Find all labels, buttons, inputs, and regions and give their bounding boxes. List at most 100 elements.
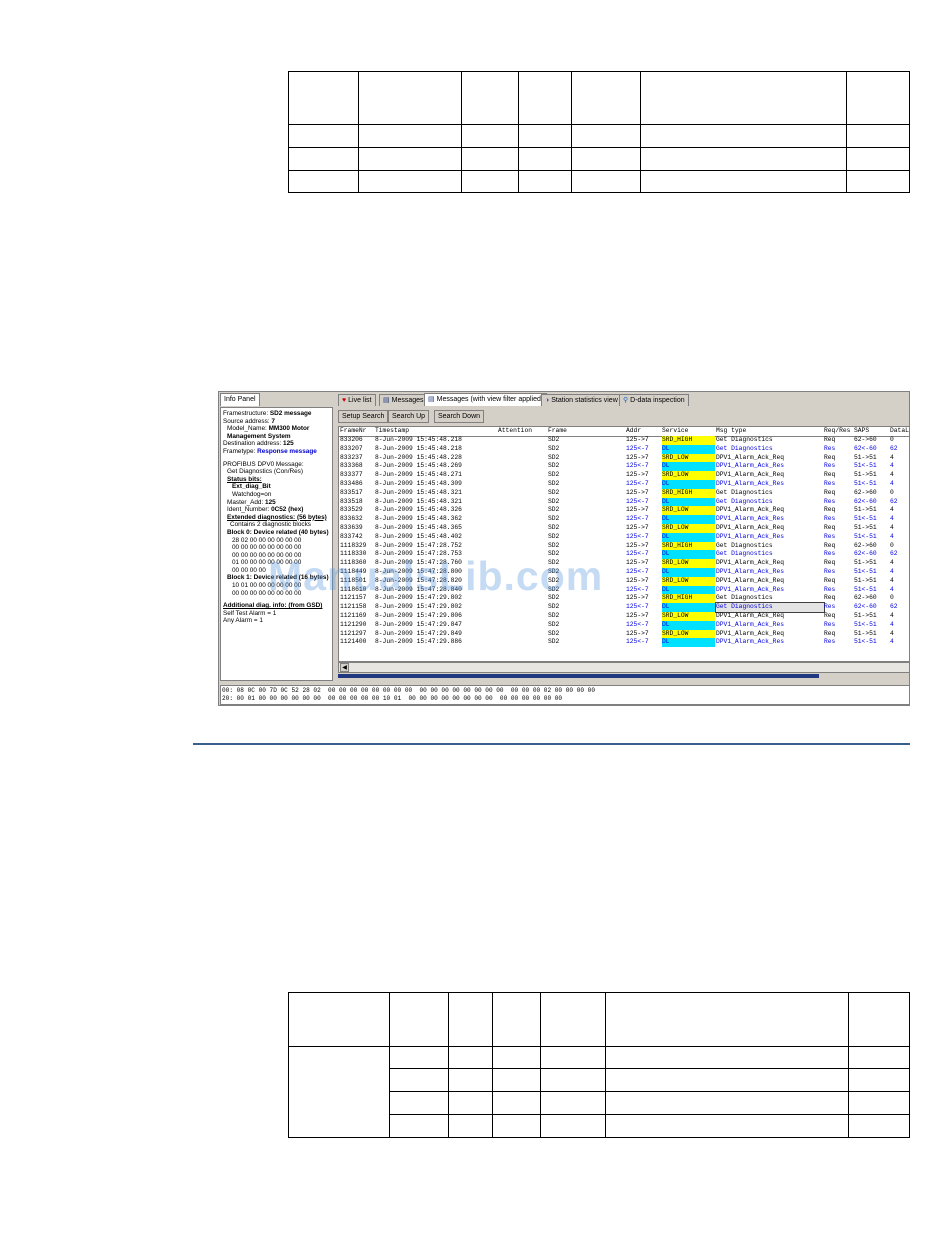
table-row[interactable]: 833486 8-Jun-2009 15:45:48.309 SD2 125<-7 DL… bbox=[339, 480, 909, 489]
cell-addr: 125->7 bbox=[626, 612, 649, 619]
tab-label: Messages bbox=[391, 397, 424, 404]
cell-datalen: 4 bbox=[890, 453, 894, 461]
cell-timestamp: 8-Jun-2009 15:45:48.321 bbox=[375, 497, 462, 505]
table-row[interactable]: 833518 8-Jun-2009 15:45:48.321 SD2 125<-7 DL… bbox=[339, 497, 909, 507]
search-down-button[interactable]: Search Down bbox=[434, 410, 485, 423]
column-header-saps: SAPS bbox=[854, 427, 870, 434]
cell-datalen: 4 bbox=[890, 532, 894, 540]
cell-service: SRD_LOW bbox=[662, 559, 715, 568]
cell-service: DL bbox=[662, 444, 715, 454]
model-name-label: Model_Name: bbox=[227, 425, 267, 433]
horizontal-scrollbar[interactable]: ◀ bbox=[338, 662, 909, 673]
cell-msg-type: DPV1_Alarm_Ack_Res bbox=[716, 620, 785, 628]
tab-messages-filtered[interactable]: ▤ Messages (with view filter applied) bbox=[424, 393, 548, 406]
cell-saps: 51->51 bbox=[854, 629, 877, 637]
cell-msg-type: DPV1_Alarm_Ack_Res bbox=[716, 532, 785, 540]
column-header-req-res: Req/Res bbox=[824, 427, 851, 434]
cell-attention bbox=[498, 445, 548, 454]
table-row bbox=[288, 1046, 910, 1138]
cell-framenr: 833237 bbox=[340, 453, 363, 461]
cell-saps: 51->51 bbox=[854, 453, 877, 461]
cell-frame: SD2 bbox=[548, 497, 560, 505]
cell-req-res: Req bbox=[824, 506, 836, 514]
cell-timestamp: 8-Jun-2009 15:47:29.849 bbox=[375, 629, 462, 637]
cell-req-res: Res bbox=[824, 515, 836, 523]
cell-msg-type: DPV1_Alarm_Ack_Req bbox=[716, 629, 785, 637]
table-row[interactable]: 833742 8-Jun-2009 15:45:48.402 SD2 125<-7 DL… bbox=[339, 532, 909, 542]
cell-addr: 125->7 bbox=[626, 524, 649, 531]
cell-datalen: 4 bbox=[890, 585, 894, 593]
tab-info-panel[interactable]: Info Panel bbox=[220, 393, 260, 406]
cell-msg-type: DPV1_Alarm_Ack_Req bbox=[716, 453, 785, 461]
setup-search-button[interactable]: Setup Search bbox=[338, 410, 389, 423]
cell-service: SRD_LOW bbox=[662, 524, 715, 533]
top-table bbox=[288, 71, 910, 193]
magnifier-icon: ⚲ bbox=[623, 397, 629, 404]
cell-datalen: 4 bbox=[890, 620, 894, 628]
analyzer-window: Info Panel Framestructure: SD2 message S… bbox=[218, 391, 910, 706]
table-row[interactable]: 1118329 8-Jun-2009 15:47:28.752 SD2 125->7 S… bbox=[339, 541, 909, 551]
table-row[interactable]: 833529 8-Jun-2009 15:45:48.326 SD2 125->7 SR… bbox=[339, 506, 909, 516]
heart-icon: ♥ bbox=[342, 397, 347, 404]
cell-framenr: 833207 bbox=[340, 444, 363, 452]
cell-addr: 125->7 bbox=[626, 576, 649, 584]
cell-req-res: Res bbox=[824, 620, 836, 628]
message-grid[interactable]: FrameNr Timestamp Attention Frame Addr Servic… bbox=[338, 426, 909, 662]
cell-datalen: 4 bbox=[890, 506, 894, 514]
cell-attention bbox=[498, 621, 548, 630]
cell-saps: 51<-51 bbox=[854, 585, 877, 593]
cell-msg-type: Get Diagnostics bbox=[716, 444, 773, 452]
tab-messages[interactable]: ▤ Messages bbox=[379, 394, 428, 406]
cell-req-res: Res bbox=[824, 603, 836, 611]
cell-saps: 51->51 bbox=[854, 559, 877, 567]
cell-msg-type: Get Diagnostics bbox=[715, 602, 825, 613]
table-row[interactable]: 1121297 8-Jun-2009 15:47:29.849 SD2 125->7 S… bbox=[339, 629, 909, 639]
cell-frame: SD2 bbox=[548, 629, 560, 637]
cell-addr: 125<-7 bbox=[626, 568, 649, 575]
cell-framenr: 1121290 bbox=[340, 620, 367, 628]
scroll-left-icon[interactable]: ◀ bbox=[340, 663, 349, 672]
cell-framenr: 833206 bbox=[340, 436, 363, 443]
cell-msg-type: Get Diagnostics bbox=[716, 497, 773, 505]
cell-service: DL bbox=[662, 515, 715, 524]
cell-msg-type: DPV1_Alarm_Ack_Res bbox=[716, 515, 785, 523]
cell-req-res: Req bbox=[824, 576, 836, 584]
table-row[interactable]: 1121290 8-Jun-2009 15:47:29.847 SD2 125<-7 D… bbox=[339, 620, 909, 630]
cell-timestamp: 8-Jun-2009 15:45:48.218 bbox=[375, 444, 462, 452]
table-row[interactable]: 833632 8-Jun-2009 15:45:48.362 SD2 125<-7 DL… bbox=[339, 515, 909, 524]
block0-hex-line: 28 02 00 00 00 00 00 00 bbox=[232, 536, 302, 544]
table-row[interactable]: 833207 8-Jun-2009 15:45:48.218 SD2 125<-7 DL… bbox=[339, 444, 909, 454]
table-row[interactable]: 833517 8-Jun-2009 15:45:48.321 SD2 125->7 SR… bbox=[339, 488, 909, 498]
table-row[interactable]: 833237 8-Jun-2009 15:45:48.228 SD2 125->7 SR… bbox=[339, 453, 909, 463]
table-row[interactable]: 833368 8-Jun-2009 15:45:48.269 SD2 125<-7 DL… bbox=[339, 462, 909, 472]
tab-live-list[interactable]: ♥ Live list bbox=[338, 394, 376, 406]
cell-timestamp: 8-Jun-2009 15:45:48.362 bbox=[375, 515, 462, 523]
tab-label: Live list bbox=[348, 397, 372, 404]
cell-service: DL bbox=[662, 480, 715, 489]
cell-frame: SD2 bbox=[548, 480, 560, 487]
tab-d-data-inspection[interactable]: ⚲ D-data inspection bbox=[619, 394, 689, 406]
table-row[interactable]: 833206 8-Jun-2009 15:45:48.218 SD2 125->7 SR… bbox=[339, 436, 909, 445]
cell-msg-type: DPV1_Alarm_Ack_Req bbox=[716, 471, 785, 479]
table-row[interactable]: 1121400 8-Jun-2009 15:47:29.886 SD2 125<-7 D… bbox=[339, 638, 909, 648]
cell-timestamp: 8-Jun-2009 15:47:28.752 bbox=[375, 541, 462, 549]
table-row[interactable]: 833639 8-Jun-2009 15:45:48.365 SD2 125->7 SR… bbox=[339, 524, 909, 533]
profibus-heading: PROFIBUS DPV0 Message: bbox=[223, 460, 304, 468]
cell-datalen: 0 bbox=[890, 488, 894, 496]
cell-addr: 125<-7 bbox=[626, 515, 649, 523]
cell-datalen: 4 bbox=[890, 576, 894, 584]
cell-req-res: Res bbox=[824, 497, 836, 505]
cell-frame: SD2 bbox=[548, 532, 560, 540]
cell-msg-type: Get Diagnostics bbox=[716, 436, 773, 443]
cell-req-res: Req bbox=[824, 559, 836, 567]
search-up-button[interactable]: Search Up bbox=[388, 410, 430, 423]
section-divider bbox=[193, 743, 910, 745]
table-row[interactable]: 1121158 8-Jun-2009 15:47:29.802 SD2 125<-7 D… bbox=[339, 602, 909, 613]
table-row[interactable]: 833377 8-Jun-2009 15:45:48.271 SD2 125->7 SR… bbox=[339, 471, 909, 480]
cell-service: DL bbox=[662, 497, 715, 507]
ident-number-label: Ident_Number: bbox=[227, 506, 270, 514]
cell-framenr: 833377 bbox=[340, 471, 363, 479]
cell-timestamp: 8-Jun-2009 15:45:48.271 bbox=[375, 471, 462, 479]
tab-station-statistics[interactable]: ◑ Station statistics view bbox=[541, 394, 622, 406]
table-row[interactable]: 1121169 8-Jun-2009 15:47:29.806 SD2 125->7 S… bbox=[339, 612, 909, 621]
